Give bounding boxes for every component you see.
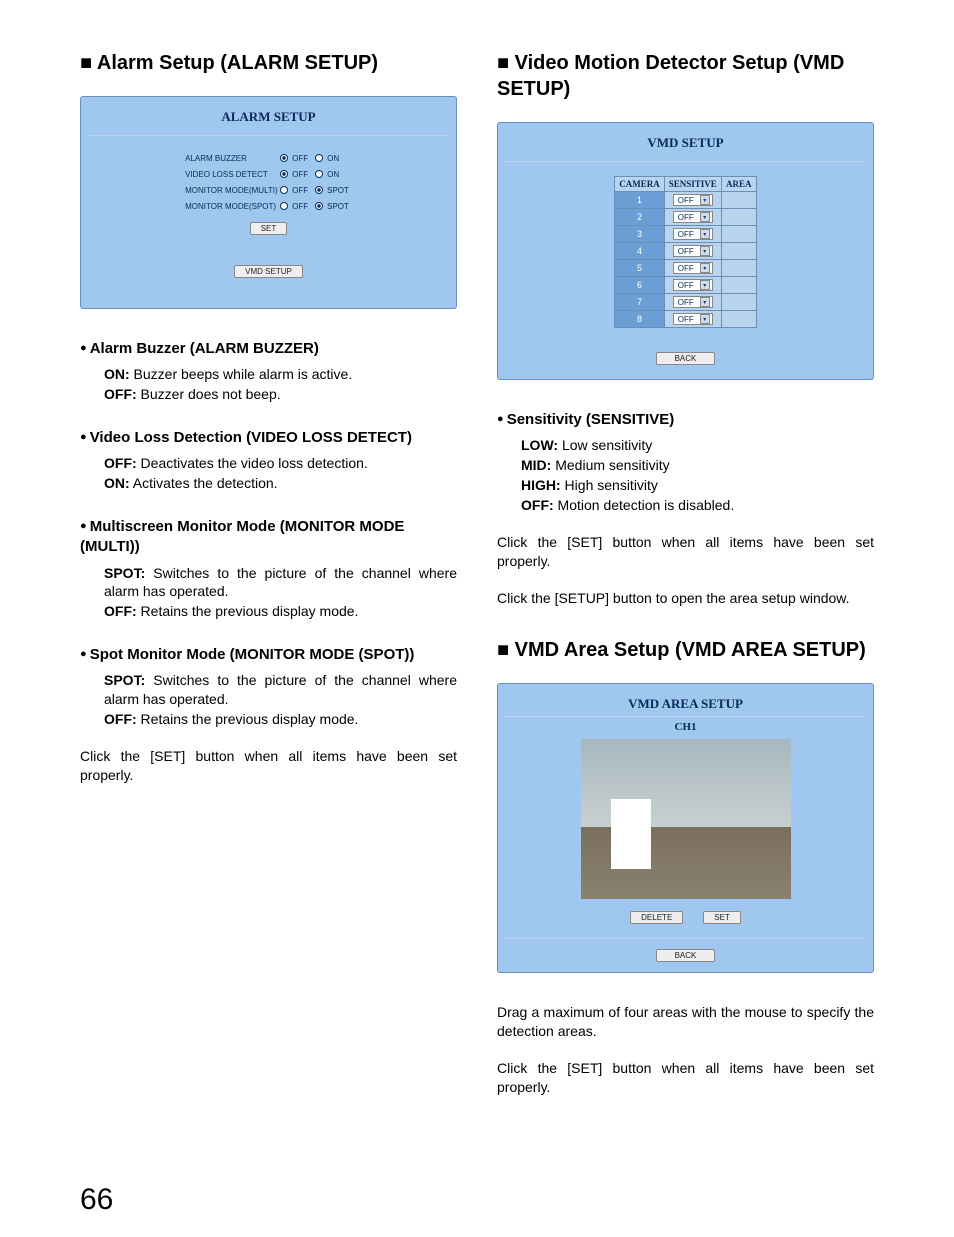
vmd-table: CAMERA SENSITIVE AREA 1OFF▾ 2OFF▾ 3OFF▾ … <box>614 176 757 328</box>
table-row: 8OFF▾ <box>615 311 757 328</box>
heading-vmd-area: ■ VMD Area Setup (VMD AREA SETUP) <box>497 637 874 663</box>
channel-label: CH1 <box>504 716 867 735</box>
section-monitor-multi: Multiscreen Monitor Mode (MONITOR MODE (… <box>80 517 457 558</box>
area-p1: Drag a maximum of four areas with the mo… <box>497 1003 874 1041</box>
heading-alarm-setup: ■ Alarm Setup (ALARM SETUP) <box>80 50 457 76</box>
sensitive-select[interactable]: OFF▾ <box>673 194 713 206</box>
row-alarm-buzzer: ALARM BUZZER OFF ON <box>185 150 352 166</box>
section-video-loss: Video Loss Detection (VIDEO LOSS DETECT) <box>80 428 457 448</box>
sensitive-select[interactable]: OFF▾ <box>673 228 713 240</box>
set-button[interactable]: SET <box>250 222 288 235</box>
table-row: 2OFF▾ <box>615 209 757 226</box>
row-monitor-multi: MONITOR MODE(MULTI) OFF SPOT <box>185 182 352 198</box>
chevron-down-icon: ▾ <box>700 246 710 256</box>
vmd-p1: Click the [SET] button when all items ha… <box>497 533 874 571</box>
camera-preview[interactable] <box>581 739 791 899</box>
radio-spot[interactable] <box>315 202 323 210</box>
panel-title: ALARM SETUP <box>87 103 450 136</box>
chevron-down-icon: ▾ <box>700 297 710 307</box>
chevron-down-icon: ▾ <box>700 229 710 239</box>
row-monitor-spot: MONITOR MODE(SPOT) OFF SPOT <box>185 198 352 214</box>
chevron-down-icon: ▾ <box>700 195 710 205</box>
section-sensitivity: Sensitivity (SENSITIVE) <box>497 410 874 430</box>
alarm-rows: ALARM BUZZER OFF ON VIDEO LOSS DETECT OF… <box>185 150 352 214</box>
table-row: 5OFF▾ <box>615 260 757 277</box>
sensitive-select[interactable]: OFF▾ <box>673 211 713 223</box>
vmd-area-panel: VMD AREA SETUP CH1 DELETE SET BACK <box>497 683 874 973</box>
panel-title: VMD SETUP <box>504 129 867 162</box>
vmd-setup-panel: VMD SETUP CAMERA SENSITIVE AREA 1OFF▾ 2O… <box>497 122 874 380</box>
section-monitor-spot: Spot Monitor Mode (MONITOR MODE (SPOT)) <box>80 645 457 665</box>
area-p2: Click the [SET] button when all items ha… <box>497 1059 874 1097</box>
sensitive-select[interactable]: OFF▾ <box>673 245 713 257</box>
vmd-p2: Click the [SETUP] button to open the are… <box>497 589 874 608</box>
table-row: 7OFF▾ <box>615 294 757 311</box>
left-footer-text: Click the [SET] button when all items ha… <box>80 747 457 785</box>
radio-off[interactable] <box>280 170 288 178</box>
right-column: ■ Video Motion Detector Setup (VMD SETUP… <box>497 50 874 1097</box>
sensitive-select[interactable]: OFF▾ <box>673 279 713 291</box>
chevron-down-icon: ▾ <box>700 280 710 290</box>
back-button[interactable]: BACK <box>656 949 716 962</box>
radio-off[interactable] <box>280 186 288 194</box>
left-column: ■ Alarm Setup (ALARM SETUP) ALARM SETUP … <box>80 50 457 1097</box>
set-button[interactable]: SET <box>703 911 741 924</box>
chevron-down-icon: ▾ <box>700 263 710 273</box>
delete-button[interactable]: DELETE <box>630 911 683 924</box>
alarm-setup-panel: ALARM SETUP ALARM BUZZER OFF ON VIDEO LO… <box>80 96 457 309</box>
section-alarm-buzzer: Alarm Buzzer (ALARM BUZZER) <box>80 339 457 359</box>
radio-spot[interactable] <box>315 186 323 194</box>
panel-title: VMD AREA SETUP <box>504 690 867 716</box>
chevron-down-icon: ▾ <box>700 314 710 324</box>
chevron-down-icon: ▾ <box>700 212 710 222</box>
alarm-descriptions: Alarm Buzzer (ALARM BUZZER) ON: Buzzer b… <box>80 339 457 785</box>
sensitive-select[interactable]: OFF▾ <box>673 313 713 325</box>
heading-vmd-setup: ■ Video Motion Detector Setup (VMD SETUP… <box>497 50 874 102</box>
table-row: 1OFF▾ <box>615 192 757 209</box>
radio-off[interactable] <box>280 154 288 162</box>
radio-on[interactable] <box>315 170 323 178</box>
table-row: 4OFF▾ <box>615 243 757 260</box>
vmd-setup-button[interactable]: VMD SETUP <box>234 265 303 278</box>
page-number: 66 <box>80 1183 113 1217</box>
radio-on[interactable] <box>315 154 323 162</box>
radio-off[interactable] <box>280 202 288 210</box>
table-row: 6OFF▾ <box>615 277 757 294</box>
sensitive-select[interactable]: OFF▾ <box>673 262 713 274</box>
table-row: 3OFF▾ <box>615 226 757 243</box>
sensitive-select[interactable]: OFF▾ <box>673 296 713 308</box>
row-video-loss: VIDEO LOSS DETECT OFF ON <box>185 166 352 182</box>
back-button[interactable]: BACK <box>656 352 716 365</box>
